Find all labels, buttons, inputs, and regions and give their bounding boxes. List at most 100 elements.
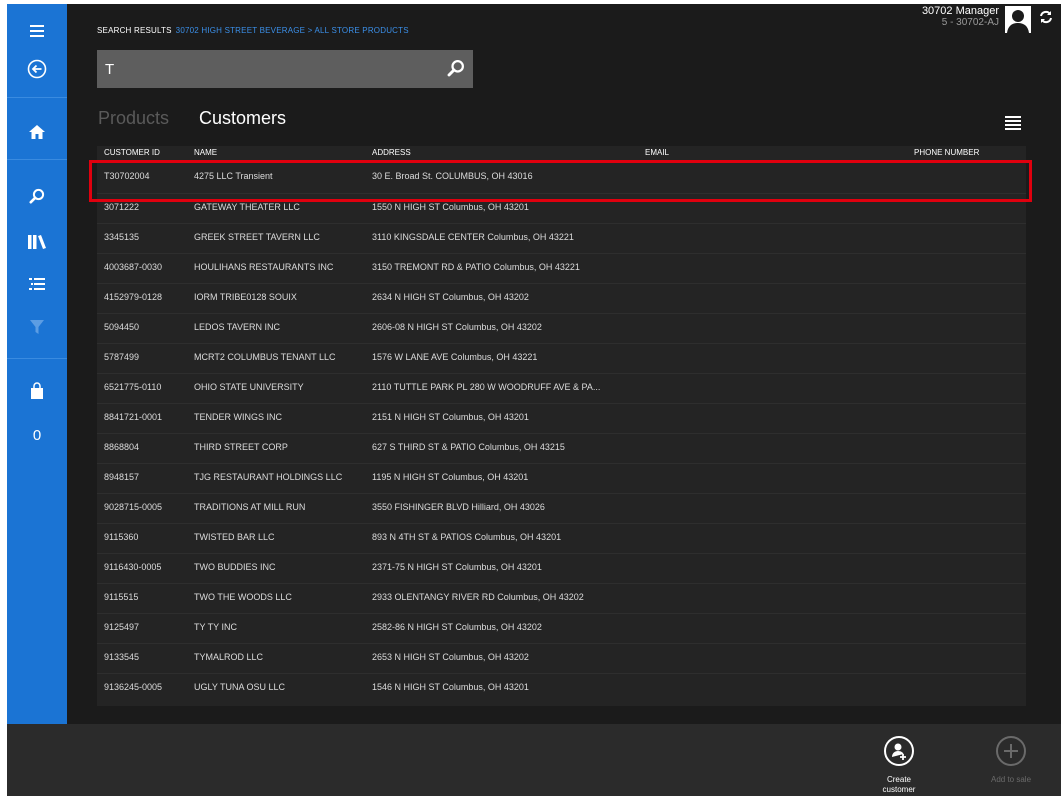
tab-customers[interactable]: Customers [199, 108, 286, 129]
create-customer-button[interactable]: Create customer [869, 735, 929, 795]
cell-address: 2653 N HIGH ST Columbus, OH 43202 [372, 652, 529, 662]
table-row[interactable]: 9133545 TYMALROD LLC 2653 N HIGH ST Columb… [97, 643, 1026, 671]
cell-customer-id: 9028715-0005 [104, 502, 163, 512]
breadcrumb-path[interactable]: 30702 HIGH STREET BEVERAGE > ALL STORE P… [176, 26, 409, 35]
user-info: 30702 Manager 5 - 30702-AJ [922, 6, 1053, 33]
add-user-icon [884, 736, 914, 766]
cell-customer-id: 9116430-0005 [104, 562, 162, 572]
orders-list-button[interactable] [7, 264, 67, 304]
cell-address: 1546 N HIGH ST Columbus, OH 43201 [372, 682, 529, 692]
table-row[interactable]: 9115360 TWISTED BAR LLC 893 N 4TH ST & PAT… [97, 523, 1026, 551]
search-icon [447, 60, 464, 77]
avatar[interactable] [1005, 6, 1031, 33]
table-row[interactable]: 8841721-0001 TENDER WINGS INC 2151 N HIGH … [97, 403, 1026, 431]
table-row[interactable]: 9136245-0005 UGLY TUNA OSU LLC 1546 N HIGH… [97, 673, 1026, 701]
hamburger-icon [1005, 116, 1021, 130]
cell-address: 2151 N HIGH ST Columbus, OH 43201 [372, 412, 529, 422]
cell-name: HOULIHANS RESTAURANTS INC [194, 262, 334, 272]
add-to-sale-button[interactable]: Add to sale [981, 735, 1041, 785]
cell-customer-id: 9133545 [104, 652, 140, 662]
header-customer-id[interactable]: CUSTOMER ID [104, 148, 160, 157]
table-row[interactable]: 9116430-0005 TWO BUDDIES INC 2371-75 N HIG… [97, 553, 1026, 581]
header-address[interactable]: ADDRESS [372, 148, 411, 157]
cell-name: UGLY TUNA OSU LLC [194, 682, 286, 692]
cell-customer-id: 5094450 [104, 322, 140, 332]
user-name: 30702 Manager [921, 5, 999, 17]
cell-name: TWO BUDDIES INC [194, 562, 276, 572]
back-button[interactable] [7, 49, 67, 89]
sidebar-divider [7, 358, 67, 359]
table-row[interactable]: 6521775-0110 OHIO STATE UNIVERSITY 2110 TU… [97, 373, 1026, 401]
filter-button[interactable] [7, 307, 67, 347]
search-button[interactable] [447, 59, 465, 82]
cell-customer-id: 9136245-0005 [104, 682, 163, 692]
library-icon [28, 235, 46, 249]
cell-customer-id: 3071222 [104, 202, 140, 212]
cell-address: 1576 W LANE AVE Columbus, OH 43221 [372, 352, 538, 362]
cell-customer-id: 4152979-0128 [104, 292, 163, 302]
cart-button[interactable] [7, 371, 67, 411]
sidebar: 0 [7, 4, 67, 724]
table-row[interactable]: 8868804 THIRD STREET CORP 627 S THIRD ST &… [97, 433, 1026, 461]
cell-address: 627 S THIRD ST & PATIO Columbus, OH 4321… [372, 442, 565, 452]
cell-customer-id: T30702004 [104, 171, 150, 181]
cell-name: IORM TRIBE0128 SOUIX [194, 292, 297, 302]
plus-circle-icon [996, 736, 1026, 766]
table-row[interactable]: 9125497 TY TY INC 2582-86 N HIGH ST Columb… [97, 613, 1026, 641]
create-label-line2: customer [882, 785, 916, 794]
cell-address: 2582-86 N HIGH ST Columbus, OH 43202 [372, 622, 542, 632]
table-row[interactable]: 8948157 TJG RESTAURANT HOLDINGS LLC 1195 N… [97, 463, 1026, 491]
table-row[interactable]: T30702004 4275 LLC Transient 30 E. Broad S… [97, 163, 1026, 190]
sync-icon[interactable] [1039, 10, 1053, 24]
back-icon [27, 59, 47, 79]
cell-name: LEDOS TAVERN INC [194, 322, 281, 332]
table-row[interactable]: 4152979-0128 IORM TRIBE0128 SOUIX 2634 N H… [97, 283, 1026, 311]
sidebar-divider [7, 159, 67, 160]
cell-address: 1550 N HIGH ST Columbus, OH 43201 [372, 202, 529, 212]
cell-customer-id: 8948157 [104, 472, 140, 482]
header-phone[interactable]: PHONE NUMBER [914, 148, 979, 157]
cell-customer-id: 9125497 [104, 622, 140, 632]
table-row[interactable]: 9028715-0005 TRADITIONS AT MILL RUN 3550 F… [97, 493, 1026, 521]
table-header: CUSTOMER ID NAME ADDRESS EMAIL PHONE NUM… [97, 146, 1026, 159]
cell-address: 2933 OLENTANGY RIVER RD Columbus, OH 432… [372, 592, 584, 602]
header-email[interactable]: EMAIL [645, 148, 669, 157]
cell-name: TENDER WINGS INC [194, 412, 283, 422]
header-name[interactable]: NAME [194, 148, 217, 157]
user-store: 5 - 30702-AJ [941, 17, 999, 28]
tab-products[interactable]: Products [98, 108, 169, 129]
table-row[interactable]: 5094450 LEDOS TAVERN INC 2606-08 N HIGH ST… [97, 313, 1026, 341]
table-row[interactable]: 3071222 GATEWAY THEATER LLC 1550 N HIGH ST… [97, 193, 1026, 221]
search-box [97, 50, 473, 88]
cell-address: 3150 TREMONT RD & PATIO Columbus, OH 432… [372, 262, 580, 272]
cell-name: 4275 LLC Transient [194, 171, 273, 181]
cell-name: TJG RESTAURANT HOLDINGS LLC [194, 472, 343, 482]
table-row[interactable]: 3345135 GREEK STREET TAVERN LLC 3110 KINGS… [97, 223, 1026, 251]
cell-name: TRADITIONS AT MILL RUN [194, 502, 306, 512]
table-row[interactable]: 5787499 MCRT2 COLUMBUS TENANT LLC 1576 W L… [97, 343, 1026, 371]
search-nav-button[interactable] [7, 176, 67, 216]
breadcrumb-label: SEARCH RESULTS [97, 26, 172, 35]
home-button[interactable] [7, 112, 67, 152]
cell-customer-id: 4003687-0030 [104, 262, 163, 272]
table-row[interactable]: 9115515 TWO THE WOODS LLC 2933 OLENTANGY R… [97, 583, 1026, 611]
view-options-button[interactable] [1005, 116, 1021, 135]
cell-address: 1195 N HIGH ST Columbus, OH 43201 [372, 472, 529, 482]
cell-name: THIRD STREET CORP [194, 442, 288, 452]
catalog-button[interactable] [7, 222, 67, 262]
cell-address: 3110 KINGSDALE CENTER Columbus, OH 43221 [372, 232, 574, 242]
add-to-sale-label: Add to sale [990, 775, 1032, 784]
table-row[interactable]: 4003687-0030 HOULIHANS RESTAURANTS INC 315… [97, 253, 1026, 281]
search-input[interactable] [97, 50, 445, 88]
cell-customer-id: 8841721-0001 [104, 412, 163, 422]
cell-name: OHIO STATE UNIVERSITY [194, 382, 304, 392]
list-icon [29, 278, 45, 290]
create-label-line1: Create [886, 775, 911, 784]
menu-button[interactable] [7, 11, 67, 51]
cell-name: GATEWAY THEATER LLC [194, 202, 300, 212]
menu-icon [30, 25, 44, 37]
cell-address: 2110 TUTTLE PARK PL 280 W WOODRUFF AVE &… [372, 382, 601, 392]
cell-customer-id: 9115515 [104, 592, 139, 602]
filter-icon [30, 320, 44, 334]
sidebar-divider [7, 97, 67, 98]
